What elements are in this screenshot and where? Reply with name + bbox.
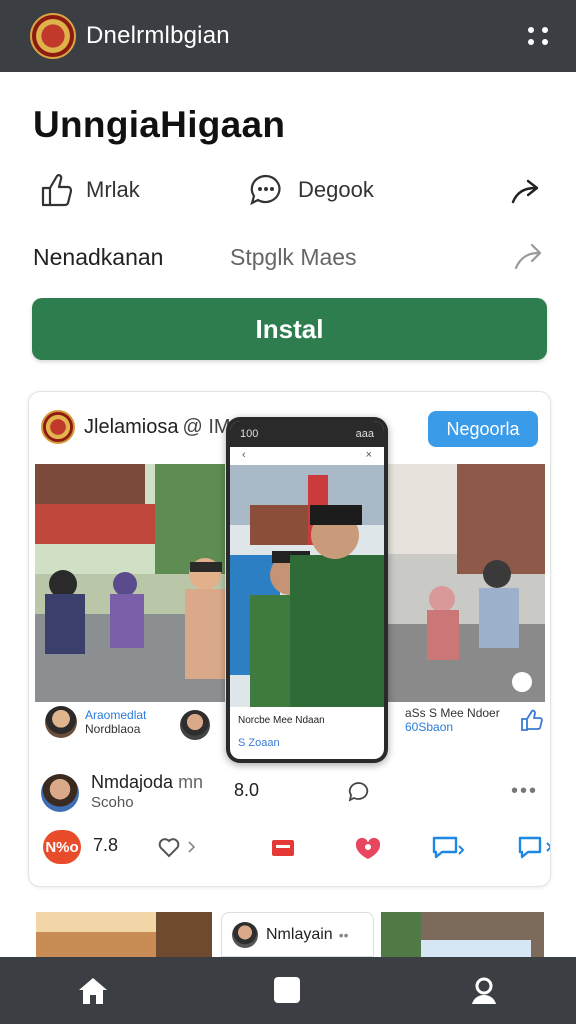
back-icon[interactable]: ‹ (242, 449, 246, 465)
like-label: Mrlak (86, 177, 140, 202)
mini-right-title: aSs S Mee Ndoer (405, 706, 500, 720)
strip-avatar (232, 921, 258, 948)
strip-image-left[interactable] (36, 912, 212, 957)
reaction-count: 7.8 (93, 835, 119, 855)
street-photo-right (387, 464, 545, 702)
account-avatar[interactable] (41, 410, 75, 444)
grid-menu-icon[interactable] (524, 21, 554, 51)
author-row: Nmdajoda mn Scoho 8.0 ••• (41, 770, 541, 818)
strip-more-icon[interactable]: •• (339, 927, 349, 943)
like-button[interactable]: Mrlak (40, 172, 140, 208)
share-button[interactable] (510, 176, 556, 208)
mini-card-right[interactable]: aSs S Mee Ndoer 60Sbaon (397, 706, 544, 734)
post-card: Jlelamiosa @ IM Negoorla 100 aaa ‹ × Nor… (28, 391, 551, 887)
street-photo-left (35, 464, 225, 702)
phone-signal: aaa (355, 428, 374, 440)
mini-avatar-left (45, 706, 77, 738)
thumbs-up-icon[interactable] (520, 708, 544, 732)
post-header: Jlelamiosa @ IM (41, 410, 231, 444)
next-posts-strip: Nmlayain •• (0, 912, 576, 957)
install-button[interactable]: Instal (32, 298, 547, 360)
author-name[interactable]: Nmdajoda mn (91, 772, 203, 793)
bookmark-icon[interactable] (269, 834, 297, 862)
meta-row: Nenadkanan Stpglk Maes (0, 236, 576, 280)
app-title: Dnelrmlbgian (86, 22, 230, 49)
top-app-bar: Dnelrmlbgian (0, 0, 576, 72)
profile-icon[interactable] (468, 975, 500, 1007)
author-avatar[interactable] (41, 774, 79, 812)
square-icon[interactable] (272, 975, 302, 1005)
comment-label: Degook (298, 177, 374, 202)
action-row: Mrlak Degook (0, 168, 576, 216)
forward-message-icon[interactable] (517, 834, 551, 862)
author-count: 8.0 (234, 780, 260, 800)
phone-nav: ‹ × (230, 449, 384, 465)
reaction-heart-icon[interactable] (353, 834, 383, 862)
meta-left-text: Nenadkanan (33, 244, 164, 270)
account-name[interactable]: Jlelamiosa (84, 416, 178, 439)
phone-photo (230, 465, 384, 707)
mini-cards-row: Araomedlat Nordblaoa aSs S Mee Ndoer 60S… (35, 702, 545, 760)
account-handle: @ IM (182, 415, 231, 438)
forward-arrow-icon[interactable] (512, 240, 546, 274)
mini-left-title: Araomedlat (85, 708, 147, 722)
meta-middle-text[interactable]: Stpglk Maes (230, 244, 357, 271)
chat-bubble-icon (250, 174, 281, 206)
mini-right-subtitle: 60Sbaon (405, 720, 454, 734)
thumbs-up-icon (41, 174, 72, 207)
reaction-badge[interactable]: N%o (43, 830, 81, 864)
home-icon[interactable] (76, 975, 110, 1007)
bottom-nav (0, 957, 576, 1024)
more-icon[interactable]: ••• (511, 780, 538, 803)
share-arrow-icon (511, 179, 539, 204)
comment-button[interactable]: Degook (248, 172, 374, 208)
mini-avatar-middle[interactable] (180, 710, 210, 740)
strip-image-right[interactable] (381, 912, 544, 957)
author-subtitle: Scoho (91, 794, 134, 811)
mini-left-subtitle: Nordblaoa (85, 722, 141, 736)
phone-status-bar: 100 aaa (230, 421, 384, 447)
message-icon[interactable] (431, 834, 465, 862)
comment-icon[interactable] (347, 780, 371, 804)
follow-button[interactable]: Negoorla (428, 411, 538, 447)
heart-icon[interactable] (157, 834, 205, 860)
phone-time: 100 (240, 428, 259, 440)
author-suffix: mn (178, 772, 204, 792)
seal-logo-icon (30, 13, 76, 59)
reaction-row: N%o 7.8 (41, 828, 550, 868)
close-icon[interactable]: × (366, 449, 372, 465)
strip-name: Nmlayain (266, 925, 333, 943)
page-title: UnngiaHigaan (33, 104, 286, 145)
mini-card-left[interactable]: Araomedlat Nordblaoa (45, 706, 146, 738)
strip-chip[interactable]: Nmlayain •• (221, 912, 374, 957)
